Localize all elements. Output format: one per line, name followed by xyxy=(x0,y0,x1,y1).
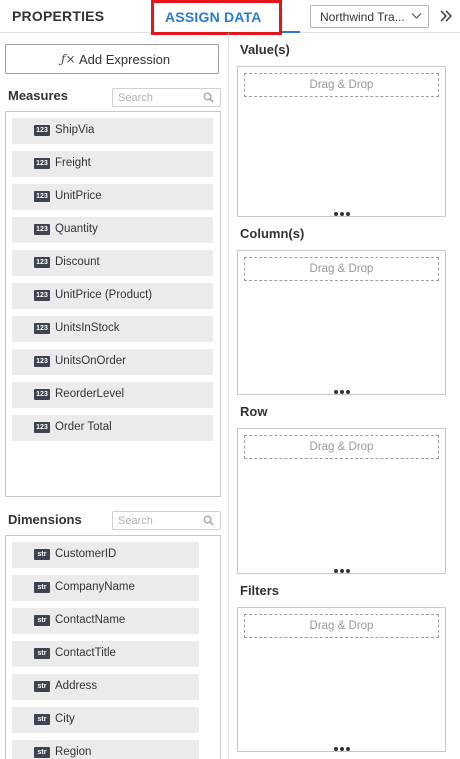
field-label: Address xyxy=(55,680,98,692)
column-divider xyxy=(228,33,229,759)
field-item[interactable]: 123 Freight xyxy=(12,151,213,177)
field-item[interactable]: 123 ReorderLevel xyxy=(12,382,213,408)
columns-drop-panel[interactable]: Drag & Drop xyxy=(237,250,446,395)
string-type-icon: str xyxy=(34,747,50,758)
resize-handle-icon[interactable] xyxy=(334,212,352,218)
columns-drop-zone[interactable]: Drag & Drop xyxy=(244,257,439,281)
field-item[interactable]: 123 ShipVia xyxy=(12,118,213,144)
field-label: UnitsOnOrder xyxy=(55,355,126,367)
resize-handle-icon[interactable] xyxy=(334,569,352,575)
field-label: Quantity xyxy=(55,223,98,235)
field-label: CompanyName xyxy=(55,581,135,593)
field-label: Order Total xyxy=(55,421,112,433)
field-label: Region xyxy=(55,746,92,758)
filters-title: Filters xyxy=(240,583,280,598)
numeric-type-icon: 123 xyxy=(34,257,50,268)
field-label: UnitPrice xyxy=(55,190,102,202)
field-item[interactable]: str Region xyxy=(12,740,199,759)
datasource-selected-value: Northwind Tra... xyxy=(320,10,405,24)
string-type-icon: str xyxy=(34,549,50,560)
drag-drop-label: Drag & Drop xyxy=(309,79,374,91)
field-label: UnitsInStock xyxy=(55,322,120,334)
field-item[interactable]: 123 UnitsOnOrder xyxy=(12,349,213,375)
dimensions-search[interactable] xyxy=(112,511,221,530)
numeric-type-icon: 123 xyxy=(34,356,50,367)
values-title: Value(s) xyxy=(240,42,290,57)
field-item[interactable]: str City xyxy=(12,707,199,733)
drag-drop-label: Drag & Drop xyxy=(309,441,374,453)
field-item[interactable]: 123 Order Total xyxy=(12,415,213,441)
dimensions-title: Dimensions xyxy=(8,512,82,527)
field-label: Discount xyxy=(55,256,100,268)
row-title: Row xyxy=(240,404,268,419)
function-icon: ƒ× xyxy=(61,52,76,66)
field-item[interactable]: 123 Quantity xyxy=(12,217,213,243)
numeric-type-icon: 123 xyxy=(34,125,50,136)
measures-list: 123 ShipVia 123 Freight 123 UnitPrice 123 Quant… xyxy=(5,111,221,497)
chevron-down-icon xyxy=(411,13,422,19)
search-icon xyxy=(203,515,214,526)
dimensions-search-input[interactable] xyxy=(118,514,198,528)
values-drop-panel[interactable]: Drag & Drop xyxy=(237,66,446,217)
measures-search-input[interactable] xyxy=(118,91,198,105)
field-item[interactable]: str ContactName xyxy=(12,608,199,634)
numeric-type-icon: 123 xyxy=(34,290,50,301)
numeric-type-icon: 123 xyxy=(34,224,50,235)
dimensions-list: str CustomerID str CompanyName str ContactNam… xyxy=(5,535,221,759)
active-tab-indicator xyxy=(282,31,300,33)
tab-properties[interactable]: PROPERTIES xyxy=(12,8,104,24)
drag-drop-label: Drag & Drop xyxy=(309,263,374,275)
numeric-type-icon: 123 xyxy=(34,323,50,334)
string-type-icon: str xyxy=(34,582,50,593)
filters-drop-panel[interactable]: Drag & Drop xyxy=(237,607,446,752)
panel-header: PROPERTIES ASSIGN DATA Northwind Tra... xyxy=(0,0,460,35)
field-item[interactable]: str CompanyName xyxy=(12,575,199,601)
field-label: ReorderLevel xyxy=(55,388,125,400)
row-drop-zone[interactable]: Drag & Drop xyxy=(244,435,439,459)
string-type-icon: str xyxy=(34,681,50,692)
field-label: CustomerID xyxy=(55,548,117,560)
measures-title: Measures xyxy=(8,88,68,103)
resize-handle-icon[interactable] xyxy=(334,747,352,753)
numeric-type-icon: 123 xyxy=(34,191,50,202)
field-item[interactable]: 123 UnitPrice (Product) xyxy=(12,283,213,309)
string-type-icon: str xyxy=(34,648,50,659)
field-label: ContactTitle xyxy=(55,647,116,659)
string-type-icon: str xyxy=(34,615,50,626)
tab-assign-data[interactable]: ASSIGN DATA xyxy=(165,9,262,25)
field-label: Freight xyxy=(55,157,91,169)
filters-drop-zone[interactable]: Drag & Drop xyxy=(244,614,439,638)
field-label: ShipVia xyxy=(55,124,95,136)
add-expression-label: Add Expression xyxy=(79,52,171,67)
field-item[interactable]: 123 UnitsInStock xyxy=(12,316,213,342)
numeric-type-icon: 123 xyxy=(34,422,50,433)
resize-handle-icon[interactable] xyxy=(334,390,352,396)
drag-drop-label: Drag & Drop xyxy=(309,620,374,632)
string-type-icon: str xyxy=(34,714,50,725)
field-label: UnitPrice (Product) xyxy=(55,289,153,301)
columns-title: Column(s) xyxy=(240,226,305,241)
search-icon xyxy=(203,92,214,103)
field-item[interactable]: str Address xyxy=(12,674,199,700)
numeric-type-icon: 123 xyxy=(34,389,50,400)
values-drop-zone[interactable]: Drag & Drop xyxy=(244,73,439,97)
numeric-type-icon: 123 xyxy=(34,158,50,169)
datasource-dropdown[interactable]: Northwind Tra... xyxy=(310,5,429,28)
row-drop-panel[interactable]: Drag & Drop xyxy=(237,428,446,574)
field-item[interactable]: str CustomerID xyxy=(12,542,199,568)
field-label: City xyxy=(55,713,75,725)
field-label: ContactName xyxy=(55,614,126,626)
tab-assign-data-highlight[interactable]: ASSIGN DATA xyxy=(151,0,282,35)
field-item[interactable]: str ContactTitle xyxy=(12,641,199,667)
field-item[interactable]: 123 UnitPrice xyxy=(12,184,213,210)
measures-search[interactable] xyxy=(112,88,221,107)
field-item[interactable]: 123 Discount xyxy=(12,250,213,276)
add-expression-button[interactable]: ƒ× Add Expression xyxy=(5,44,219,74)
collapse-panel-icon[interactable] xyxy=(438,8,454,24)
